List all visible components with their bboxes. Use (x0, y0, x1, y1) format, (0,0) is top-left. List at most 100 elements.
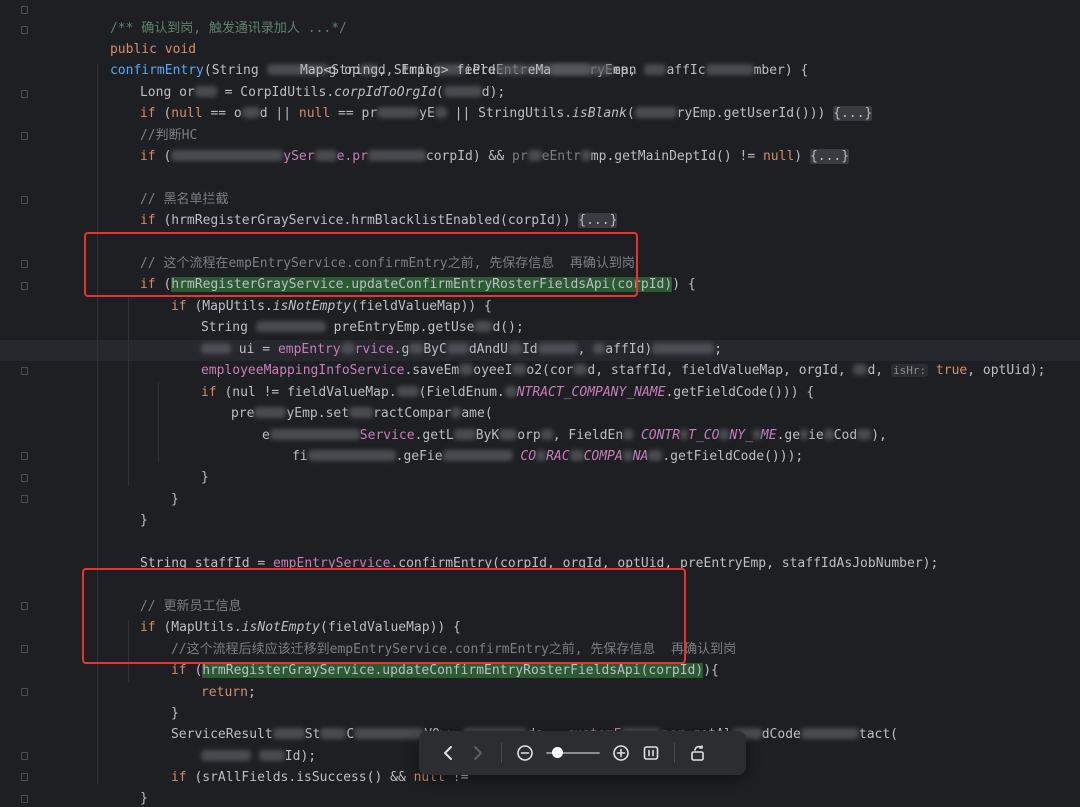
redacted-text (442, 450, 513, 461)
keyword: null (298, 106, 331, 121)
code-text: (srAllFields.isSuccess() && (186, 770, 414, 785)
code-text: ), (871, 428, 887, 443)
code-text: affIc (666, 63, 706, 78)
code-line: String preEntryEmp.getUse d(); (154, 296, 524, 335)
enum-constant: CO (512, 449, 537, 464)
code-line: } (154, 446, 209, 485)
previous-button[interactable] (433, 738, 463, 768)
code-text: ) { (672, 277, 696, 292)
enum-constant: NTRACT_COMPANY_NAME (516, 385, 666, 400)
code-text: corpId) && (425, 149, 512, 164)
zoom-out-icon (517, 745, 533, 761)
redacted-text (551, 64, 614, 75)
code-line: } (63, 789, 118, 807)
zoom-slider-thumb[interactable] (552, 747, 563, 758)
code-text: ie (808, 428, 824, 443)
annotation-box (84, 232, 638, 297)
keyword: if (139, 213, 156, 228)
code-text: == o (202, 106, 242, 121)
code-line: pre yEmp.set ractCompar ame( (184, 382, 493, 421)
code-line: } (93, 489, 148, 528)
code-line: Long or = CorpIdUtils.corpIdToOrgId(d); (93, 61, 505, 100)
code-area[interactable]: /** 确认到岗, 触发通讯录加人 ...*/ public void conf… (0, 0, 1080, 807)
redacted-text (536, 450, 547, 461)
enum-constant: RAC (546, 449, 570, 464)
code-text: mber) { (753, 63, 809, 78)
folded-block[interactable]: {...} (809, 149, 850, 164)
redacted-text (354, 728, 425, 739)
redacted-text (171, 150, 284, 161)
code-text: fi (291, 449, 308, 464)
closing-brace: } (170, 492, 179, 507)
redacted-text (314, 150, 337, 161)
zoom-out-button[interactable] (510, 738, 540, 768)
keyword: return (200, 685, 248, 700)
keyword: if (170, 770, 187, 785)
annotation-box (82, 568, 686, 664)
code-text: ryEmp.getUserId())) (676, 106, 826, 121)
rotate-icon (691, 745, 704, 761)
code-line: /** 确认到岗, 触发通讯录加人 ...*/ (63, 0, 347, 36)
code-line: } (124, 682, 179, 721)
redacted-text (634, 107, 677, 118)
code-line: } (124, 468, 179, 507)
code-line: if (nul != fieldValueMap. (FieldEnum. NTRA… (154, 361, 814, 400)
code-line: if (hrmRegisterGrayService.hrmBlacklistE… (93, 189, 618, 228)
code-text: eEntr (541, 149, 581, 164)
static-method: isBlank (572, 106, 627, 121)
code-text: d, (867, 363, 891, 378)
fit-to-screen-icon (643, 746, 659, 760)
code-line: } (93, 767, 148, 806)
code-text: eMa (527, 63, 552, 78)
code-text: ean (613, 63, 645, 78)
code-text: yE (419, 106, 435, 121)
code-line: Map<String, String> field eMa ean affIc mbe… (253, 39, 808, 78)
redacted-text (569, 450, 584, 461)
next-button[interactable] (463, 738, 493, 768)
code-text: tact( (858, 727, 899, 742)
redacted-text (580, 150, 591, 161)
zoom-in-button[interactable] (606, 738, 636, 768)
code-line: // 黑名单拦截 (93, 168, 228, 207)
code-text: pr (512, 149, 528, 164)
chevron-right-icon (474, 746, 482, 760)
code-text: d || (259, 106, 299, 121)
code-line: fi .geFie CO RAC COMPA NA .getFieldCode())); (245, 425, 803, 464)
code-line: ui = empEntry rvice.g ByC dAndU Id, affId); (154, 318, 722, 357)
code-text: dCode (761, 727, 801, 742)
redacted-text (241, 107, 260, 118)
code-text: ){ (703, 663, 719, 678)
toolbar-divider (501, 743, 502, 763)
code-text: , optUid); (967, 363, 1046, 378)
parameter-hint: isHr: (890, 364, 929, 377)
code-line: return; (154, 661, 256, 700)
code-text: ; (247, 685, 256, 700)
code-text: ( (155, 149, 172, 164)
closing-brace: } (139, 513, 148, 528)
field-ref: ySer (283, 149, 315, 164)
code-editor: /** 确认到岗, 触发通讯录加人 ...*/ public void conf… (0, 0, 1080, 807)
redacted-text (320, 728, 347, 739)
folded-block[interactable]: {...} (578, 213, 618, 228)
redacted-text (705, 64, 754, 75)
redacted-text (853, 364, 868, 375)
keyword: if (139, 149, 156, 164)
closing-brace: } (139, 791, 148, 806)
zoom-slider[interactable] (546, 738, 600, 768)
toolbar-divider (674, 743, 675, 763)
redacted-text (800, 728, 859, 739)
code-line: if (null == od || null == pr yE || String… (93, 82, 873, 121)
redacted-text (622, 450, 633, 461)
redacted-text (504, 386, 517, 397)
rotate-button[interactable] (683, 738, 713, 768)
code-line: public void confirmEntry(String g op d, E… (63, 18, 636, 78)
code-text: .getFieldCode())); (662, 449, 804, 464)
chevron-left-icon (444, 746, 452, 760)
search-highlight: hrmRegisterGrayService.updateConfirmEntr… (202, 663, 704, 678)
code-text: == pr (330, 106, 378, 121)
code-line: //判断HC (93, 104, 197, 143)
redacted-text (377, 107, 420, 118)
keyword: public void (109, 42, 197, 57)
folded-block[interactable]: {...} (833, 106, 873, 121)
fit-to-screen-button[interactable] (636, 738, 666, 768)
